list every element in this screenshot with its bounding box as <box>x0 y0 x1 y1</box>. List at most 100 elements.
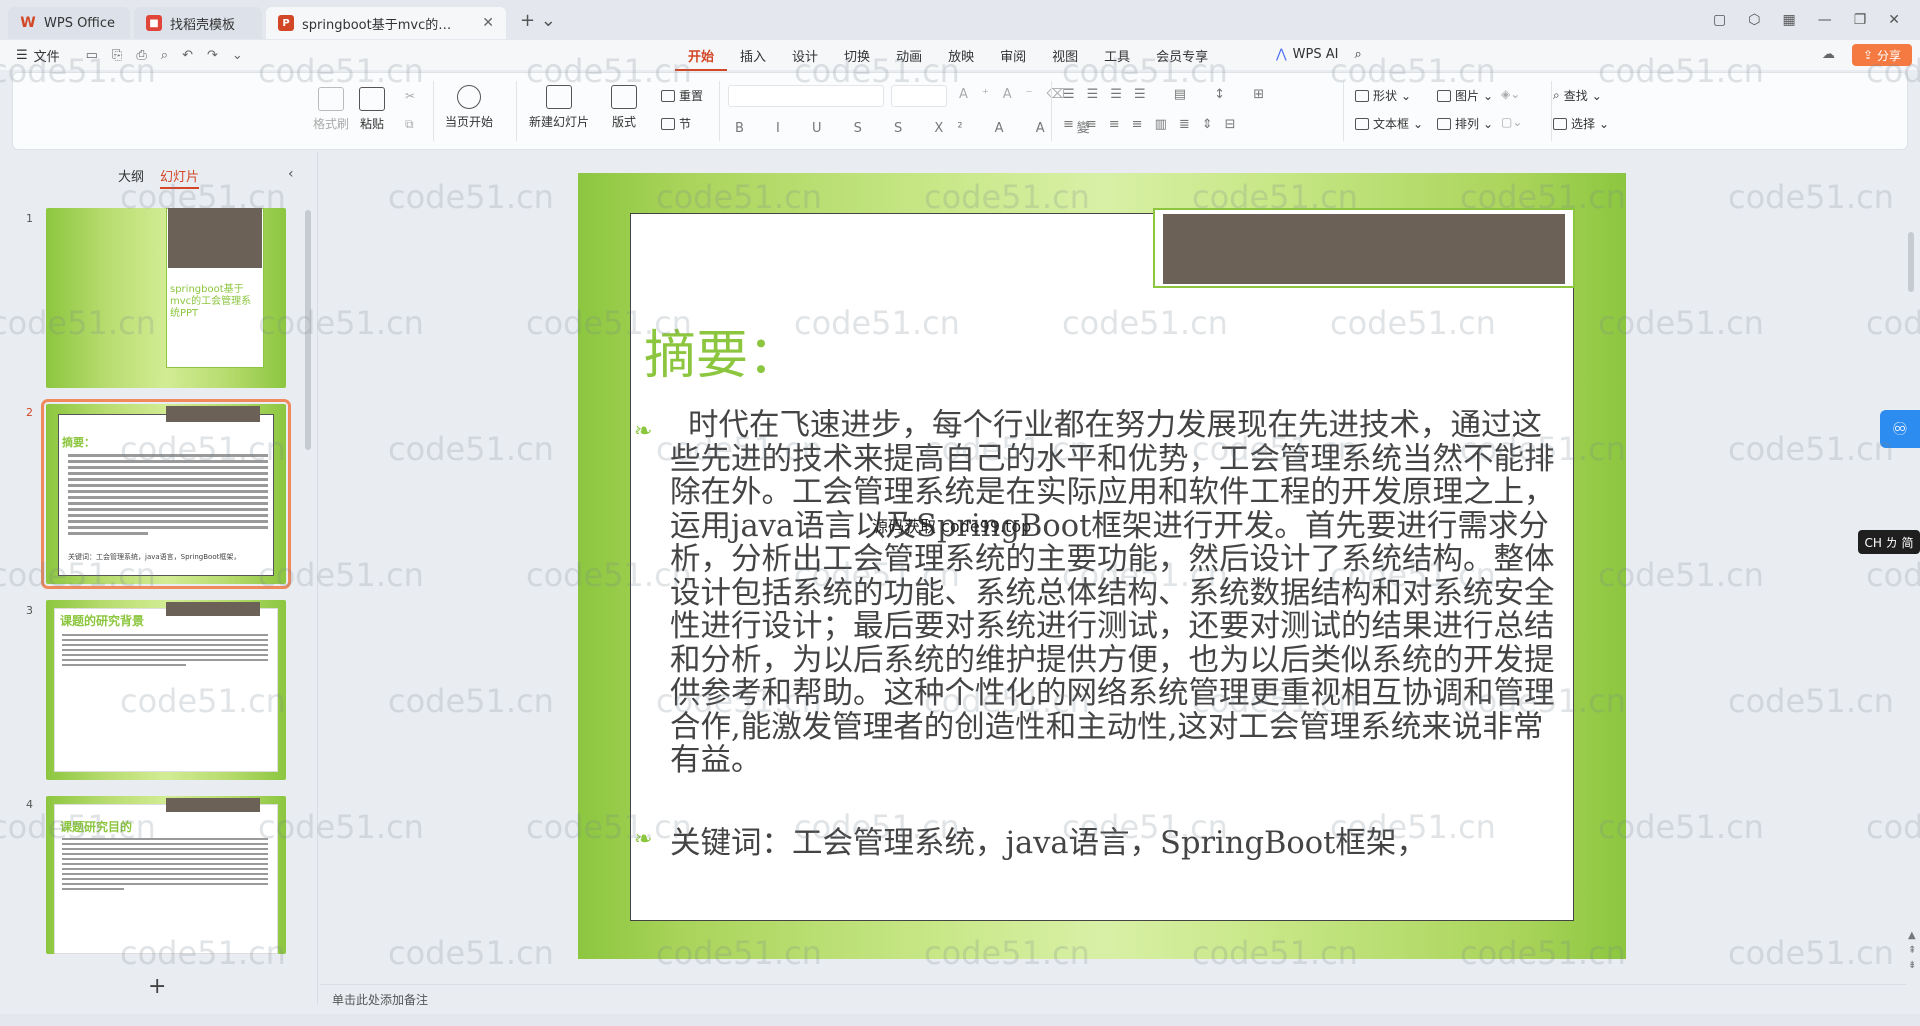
picture-button[interactable]: 图片 ⌄ <box>1437 87 1493 104</box>
cloud-icon[interactable]: ☁ <box>1822 47 1835 62</box>
slide-title[interactable]: 摘要： <box>644 313 800 388</box>
arrange-icon <box>1437 117 1451 130</box>
tab-label: springboot基于mvc的工会管理系统PPT <box>302 17 462 33</box>
list-controls[interactable]: ☰☰☰☰ ▤ ↕ ⊞ <box>1063 87 1276 102</box>
divider <box>433 81 434 141</box>
tab-ppt-document[interactable]: P springboot基于mvc的工会管理系统PPT ✕ <box>266 7 506 39</box>
box-icon[interactable]: ⬡ <box>1748 12 1760 28</box>
undo-icon[interactable]: ↶ <box>182 48 193 63</box>
divider <box>516 81 517 141</box>
start-from-current-button[interactable]: 当页开始 <box>445 85 493 130</box>
thumb-text-lines <box>68 454 268 538</box>
watermark-text: code51.cn <box>388 934 554 972</box>
menu-tools[interactable]: 工具 <box>1091 46 1143 65</box>
reset-button[interactable]: 重置 <box>661 87 703 104</box>
close-window-icon[interactable]: ✕ <box>1888 12 1900 28</box>
wps-ai-button[interactable]: ⋀ WPS AI ⌕ <box>1276 47 1362 62</box>
title-bar: W WPS Office ■ 找稻壳模板 P springboot基于mvc的工… <box>0 0 1920 40</box>
layout-button[interactable]: 版式 <box>611 85 637 130</box>
divider <box>719 81 720 141</box>
close-tab-icon[interactable]: ✕ <box>482 15 494 31</box>
search-icon[interactable]: ⌕ <box>1354 47 1361 62</box>
new-tab-button[interactable]: + ⌄ <box>520 10 556 31</box>
select-button[interactable]: 选择 ⌄ <box>1553 115 1609 132</box>
shape-button[interactable]: 形状 ⌄ <box>1355 87 1411 104</box>
share-button[interactable]: ⇪ 分享 <box>1852 44 1912 66</box>
slide-tab-decoration <box>1163 214 1565 284</box>
menu-transition[interactable]: 切换 <box>831 46 883 65</box>
menu-animation[interactable]: 动画 <box>883 46 935 65</box>
thumb-text-lines <box>62 634 268 669</box>
new-slide-icon <box>546 85 572 109</box>
assistant-float-button[interactable]: ♾ <box>1880 410 1920 448</box>
format-painter-button[interactable]: 格式刷 <box>313 87 349 132</box>
source-overlay-text: 源码获取 code99.top <box>872 517 1032 536</box>
tab-label: 找稻壳模板 <box>170 17 236 33</box>
menu-view[interactable]: 视图 <box>1039 46 1091 65</box>
slide-keywords[interactable]: 关键词：工会管理系统，java语言，SpringBoot框架， <box>670 818 1427 862</box>
arrange-button[interactable]: 排列 ⌄ <box>1437 115 1493 132</box>
format-painter-icon <box>318 87 344 111</box>
reset-icon <box>661 89 675 102</box>
section-icon <box>661 117 675 130</box>
restore-icon[interactable]: ❐ <box>1854 12 1867 28</box>
minimize-icon[interactable]: — <box>1818 12 1832 28</box>
find-button[interactable]: ⌕ 查找 ⌄ <box>1553 87 1602 104</box>
save-icon[interactable]: ▭ <box>86 48 98 63</box>
next-page-icon[interactable]: ⇟ <box>1908 960 1916 971</box>
font-family-select[interactable] <box>728 85 884 107</box>
menu-review[interactable]: 审阅 <box>987 46 1039 65</box>
start-from-current-label: 当页开始 <box>445 115 494 129</box>
page-up-icon[interactable]: ▲ <box>1908 930 1916 941</box>
tab-wps-office[interactable]: W WPS Office <box>8 7 130 39</box>
collapse-panel-icon[interactable]: ‹ <box>288 166 294 182</box>
textbox-button[interactable]: 文本框 ⌄ <box>1355 115 1423 132</box>
share-label: 分享 <box>1877 48 1902 63</box>
scrollbar-thumb[interactable] <box>1908 232 1914 292</box>
find-label: 查找 <box>1563 89 1588 103</box>
tab-slides[interactable]: 幻灯片 <box>160 166 200 189</box>
redo-icon[interactable]: ↷ <box>207 48 218 63</box>
fill-icon[interactable]: ◈⌄ <box>1501 87 1520 101</box>
ime-indicator[interactable]: CH ㄌ 简 <box>1858 530 1920 554</box>
menu-insert[interactable]: 插入 <box>727 46 779 65</box>
menu-member[interactable]: 会员专享 <box>1143 46 1221 65</box>
thumb-title: 课题的研究背景 <box>60 614 145 628</box>
tab-outline[interactable]: 大纲 <box>118 166 144 189</box>
slide-canvas[interactable]: 摘要： ❧ 时代在飞速进步，每个行业都在努力发展现在先进技术，通过这些先进的技术… <box>578 173 1626 959</box>
slide-thumbnail-2[interactable]: 摘要： 关键词：工会管理系统，java语言，SpringBoot框架， <box>41 399 291 589</box>
slide-body-text[interactable]: 时代在飞速进步，每个行业都在努力发展现在先进技术，通过这些先进的技术来提高自己的… <box>670 409 1570 778</box>
text-format-controls[interactable]: B I U S S X² A A 變 <box>735 117 1104 136</box>
layout-icon[interactable]: ▢ <box>1713 12 1726 28</box>
copy-icon[interactable]: ⧉ <box>405 117 414 132</box>
print-icon[interactable]: ⎙ <box>136 48 146 63</box>
slide-thumbnail-1[interactable]: springboot基于mvc的工会管理系统PPT <box>46 208 286 388</box>
prev-page-icon[interactable]: ⇞ <box>1908 945 1916 956</box>
vertical-scrollbar[interactable] <box>1906 152 1916 1004</box>
cut-icon[interactable]: ✂ <box>405 89 415 103</box>
section-button[interactable]: 节 <box>661 115 691 132</box>
new-slide-button[interactable]: 新建幻灯片 <box>529 85 589 130</box>
file-menu[interactable]: ☰ 文件 <box>16 46 60 65</box>
slide-thumbnail-4[interactable]: 课题研究目的 <box>46 796 286 954</box>
panel-scrollbar[interactable] <box>305 210 311 450</box>
outline-icon[interactable]: ▢⌄ <box>1501 115 1522 129</box>
menu-slideshow[interactable]: 放映 <box>935 46 987 65</box>
preview-icon[interactable]: ⌕ <box>161 48 168 63</box>
font-size-controls[interactable]: A⁺A⁻⌫ <box>959 87 1079 102</box>
avatar[interactable]: ▦ <box>1782 12 1795 28</box>
slide-thumbnail-3[interactable]: 课题的研究背景 <box>46 600 286 780</box>
paste-button[interactable]: 粘贴 <box>359 87 385 132</box>
menu-home[interactable]: 开始 <box>675 40 728 71</box>
paragraph-controls[interactable]: ≡≡≡≡▥≣⇕⊟ <box>1063 117 1248 132</box>
watermark-text: code51.cn <box>1728 682 1894 720</box>
add-slide-button[interactable]: + <box>148 974 166 999</box>
select-icon <box>1553 117 1567 130</box>
more-icon[interactable]: ⌄ <box>232 48 243 63</box>
page-nav-arrows[interactable]: ▲ ⇞ ⇟ <box>1908 930 1916 971</box>
notes-pane[interactable]: 单击此处添加备注 <box>320 984 1906 1012</box>
font-size-select[interactable] <box>891 85 947 107</box>
export-icon[interactable]: ⎘ <box>112 48 122 63</box>
tab-template[interactable]: ■ 找稻壳模板 <box>134 7 262 39</box>
menu-design[interactable]: 设计 <box>779 46 831 65</box>
